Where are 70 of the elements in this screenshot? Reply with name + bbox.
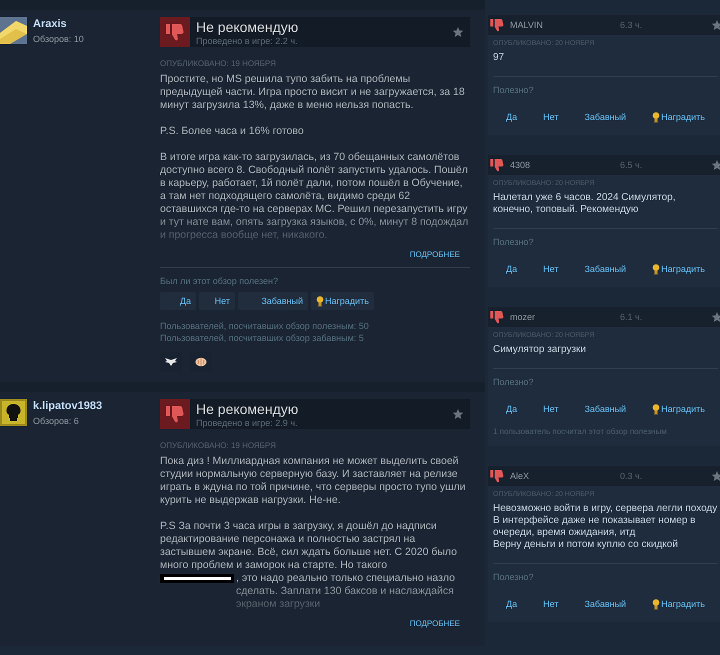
- playtime: 6.5 ч.: [620, 160, 644, 170]
- review-text: Симулятор загрузки: [493, 344, 587, 356]
- vote-button[interactable]: Нет: [539, 596, 562, 612]
- vote-button[interactable]: Нет: [539, 261, 562, 277]
- posted-date: ОПУБЛИКОВАНО: 19 НОЯБРЯ: [160, 59, 277, 68]
- star-icon[interactable]: [711, 159, 720, 171]
- vote-button[interactable]: Забавный: [580, 261, 630, 277]
- author-name[interactable]: 4308: [510, 160, 620, 170]
- star-icon[interactable]: [452, 408, 464, 420]
- skull-avatar[interactable]: [0, 399, 27, 426]
- review-text: 97: [493, 52, 506, 64]
- review-text: В итоге игра как-то загрузилась, из 70 обещанных самолётов доступно всего 8. Свободный полёт запустить удалось. Пошёл в карьеру, работает, 1й полёт дали, потом пошёл в Обучение, а там нет подходящего самолёта, видимо среди 62 оставшихся где-то на серверах МС. Решил перезапустить игру и тут нате вам, опять загрузка языков, с 0%, минут 8 подождал и прогресса вообще нет, никакого.: [160, 151, 470, 242]
- vote-button[interactable]: Нет: [539, 401, 562, 417]
- award-icon: [652, 112, 660, 122]
- author-name[interactable]: MALVIN: [510, 20, 620, 30]
- vote-button[interactable]: Да: [502, 401, 522, 417]
- award-icon: [652, 598, 660, 610]
- award-icon: [316, 296, 324, 306]
- vote-button[interactable]: Да: [160, 292, 196, 310]
- star-icon[interactable]: [711, 311, 720, 323]
- playtime: Проведено в игре: 2.2 ч.: [196, 36, 299, 46]
- playtime: 6.1 ч.: [620, 312, 644, 322]
- award-icon: [652, 264, 660, 274]
- vote-button[interactable]: Да: [502, 261, 522, 277]
- vote-button[interactable]: Забавный: [580, 401, 630, 417]
- author-name[interactable]: mozer: [510, 312, 620, 322]
- star-icon[interactable]: [711, 470, 720, 482]
- vote-button[interactable]: Нет: [539, 109, 562, 125]
- review-text: P.S. Более часа и 16% готово: [160, 125, 305, 138]
- award-button[interactable]: Наградить: [648, 261, 709, 277]
- vote-button[interactable]: Нет: [199, 292, 235, 310]
- author-name[interactable]: AleX: [510, 471, 620, 481]
- helpful-question: Полезно?: [493, 377, 534, 387]
- avatar-image[interactable]: [0, 17, 27, 44]
- vote-button[interactable]: Да: [502, 596, 522, 612]
- review-text: Простите, но MS решила тупо забить на проблемы предыдущей части. Игра просто висит и не загружается, за 18 минут загрузила 13%, даже в меню нельзя попасть.: [160, 73, 466, 112]
- award-button[interactable]: Наградить: [648, 596, 709, 612]
- verdict-title: Не рекомендую: [196, 18, 300, 34]
- star-icon[interactable]: [711, 19, 720, 31]
- award-button[interactable]: Наградить: [648, 401, 709, 417]
- playtime: 0.3 ч.: [620, 471, 644, 481]
- playtime: 6.3 ч.: [620, 20, 644, 30]
- review-text: , это надо реально только специально назло сделать. Заплати 130 баксов и наслаждайся экраном загрузки: [236, 572, 456, 611]
- playtime: Проведено в игре: 2.9 ч.: [196, 418, 299, 428]
- vote-button[interactable]: Забавный: [580, 596, 630, 612]
- helpful-question: Полезно?: [493, 572, 534, 582]
- review-text: P.S За почти 3 часа игры в загрузку, я дошёл до надписи редактирование персонажа и полностью застрял на застывшем экране. Всё, сил ждать больше нет. С 2020 было много проблем и заморок на старте. Но такого: [160, 520, 458, 572]
- helpful-question: Полезно?: [493, 85, 534, 95]
- read-more-link[interactable]: ПОДРОБНЕЕ: [410, 250, 460, 259]
- review-text: Невозможно войти в игру, сервера легли походу В интерфейсе даже не показывает номер в очереди, время ожидания, итд Верну деньги и потом куплю со скидкой: [493, 503, 718, 551]
- vote-stat: Пользователей, посчитавших обзор полезным: 50: [160, 320, 370, 332]
- review-text: Пока диз ! Миллиардная компания не может выделить своей студии нормальную серверную базу. И заставляет на релизе играть в ждуна по той причине, что серверы просто тупо ушли курить не выдержав нагрузки. Не-не.: [160, 455, 467, 507]
- vote-button[interactable]: Да: [502, 109, 522, 125]
- star-icon[interactable]: [452, 26, 464, 38]
- award-button[interactable]: Наградить: [648, 109, 709, 125]
- posted-date: ОПУБЛИКОВАНО: 19 НОЯБРЯ: [160, 441, 277, 450]
- review-count: Обзоров: 6: [33, 416, 80, 426]
- verdict-title: Не рекомендую: [196, 400, 300, 416]
- vote-button[interactable]: Забавный: [238, 292, 308, 310]
- award-icon: [652, 404, 660, 414]
- vote-button[interactable]: Забавный: [580, 109, 630, 125]
- vote-stat: Пользователей, посчитавших обзор забавным: 5: [160, 332, 365, 344]
- review-count: Обзоров: 10: [33, 34, 84, 44]
- author-name[interactable]: Araxis: [33, 18, 84, 30]
- award-button[interactable]: Наградить: [311, 292, 374, 310]
- helpful-question: Полезно?: [493, 237, 534, 247]
- author-name[interactable]: k.lipatov1983: [33, 400, 102, 412]
- helpful-question: Был ли этот обзор полезен?: [160, 276, 279, 286]
- read-more-link[interactable]: ПОДРОБНЕЕ: [410, 619, 460, 628]
- review-text: Налетал уже 6 часов. 2024 Симулятор, конечно, топовый. Рекомендую: [493, 192, 677, 216]
